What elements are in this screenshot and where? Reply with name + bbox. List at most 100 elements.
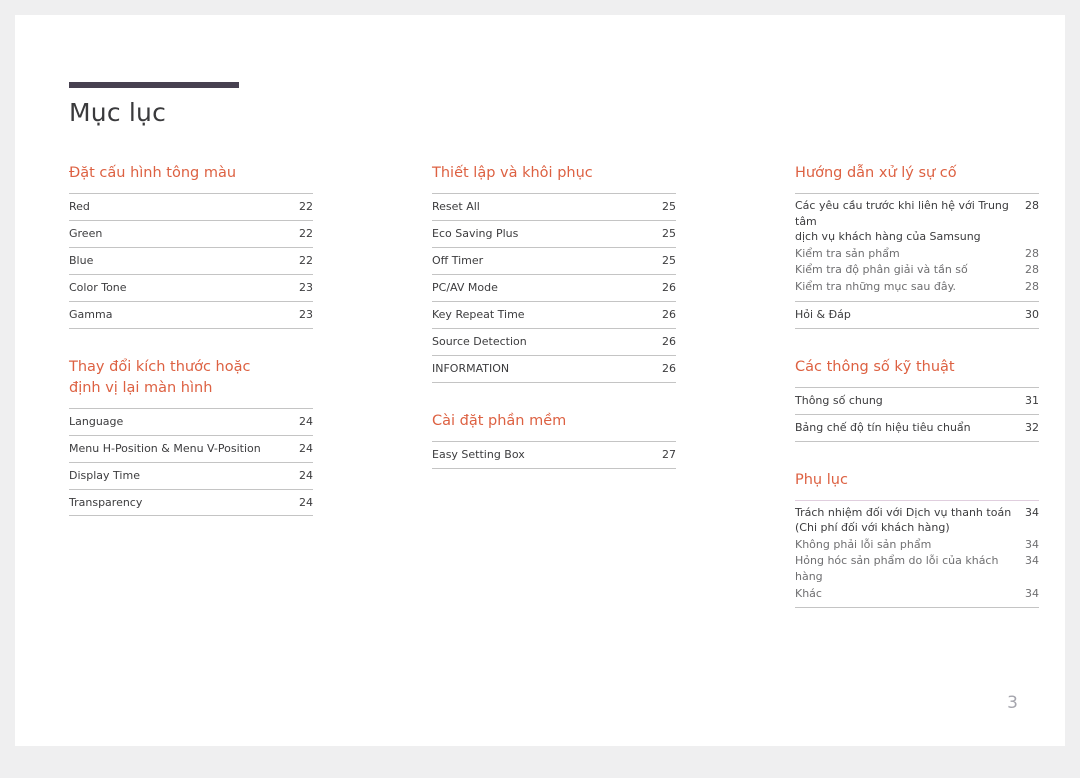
toc-columns: Đặt cấu hình tông màu Red 22 Green 22 Blue 22 C…: [15, 15, 1080, 778]
toc-section-title[interactable]: Cài đặt phần mềm: [432, 411, 676, 432]
toc-entry-label: Không phải lỗi sản phẩm: [795, 537, 932, 551]
toc-entry-list-tail: Hỏi & Đáp 30: [795, 302, 1039, 329]
toc-entry-page-number: 23: [299, 307, 313, 321]
toc-entry[interactable]: Green 22: [69, 221, 313, 248]
toc-entry[interactable]: Trách nhiệm đối với Dịch vụ thanh toán (…: [795, 505, 1039, 536]
toc-entry-page-number: 34: [1025, 537, 1039, 551]
toc-section: Hướng dẫn xử lý sự cố Các yêu cầu trước k…: [795, 163, 1039, 329]
toc-entry-label: Kiểm tra những mục sau đây.: [795, 280, 957, 294]
toc-entry-label: Bảng chế độ tín hiệu tiêu chuẩn: [795, 420, 971, 434]
toc-entry-page-number: 34: [1025, 586, 1039, 600]
toc-entry-label: Reset All: [432, 200, 480, 214]
toc-section-title[interactable]: Thiết lập và khôi phục: [432, 163, 676, 184]
toc-entry-page-number: 28: [1025, 263, 1039, 277]
toc-section: Thay đổi kích thước hoặc định vị lại màn…: [69, 357, 313, 517]
toc-entry-page-number: 30: [1025, 307, 1039, 321]
toc-entry-page-number: 24: [299, 414, 313, 428]
toc-entry[interactable]: Transparency 24: [69, 490, 313, 517]
toc-entry[interactable]: Hỏi & Đáp 30: [795, 302, 1039, 329]
toc-entry[interactable]: Source Detection 26: [432, 329, 676, 356]
toc-entry-page-number: 23: [299, 280, 313, 294]
toc-entry-label: Source Detection: [432, 334, 527, 348]
toc-entry[interactable]: Reset All 25: [432, 194, 676, 221]
toc-section-title[interactable]: Thay đổi kích thước hoặc định vị lại màn…: [69, 357, 313, 399]
toc-entry[interactable]: Easy Setting Box 27: [432, 442, 676, 469]
toc-entry[interactable]: Display Time 24: [69, 463, 313, 490]
toc-entry[interactable]: Không phải lỗi sản phẩm 34: [795, 537, 1039, 553]
toc-section: Đặt cấu hình tông màu Red 22 Green 22 Blue 22 C…: [69, 163, 313, 329]
toc-section-title[interactable]: Các thông số kỹ thuật: [795, 357, 1039, 378]
toc-entry-label: Transparency: [69, 495, 143, 509]
toc-entry[interactable]: Menu H-Position & Menu V-Position 24: [69, 436, 313, 463]
toc-entry-page-number: 24: [299, 441, 313, 455]
toc-entry-page-number: 28: [1025, 199, 1039, 213]
toc-entry-label: Thông số chung: [795, 393, 883, 407]
toc-entry[interactable]: Khác 34: [795, 586, 1039, 602]
toc-entry-label: Key Repeat Time: [432, 307, 525, 321]
toc-entry-label: Red: [69, 200, 90, 214]
toc-entry-label: PC/AV Mode: [432, 280, 498, 294]
toc-entry-page-number: 26: [662, 307, 676, 321]
toc-entry-label: Color Tone: [69, 280, 127, 294]
toc-entry-list: Language 24 Menu H-Position & Menu V-Posit…: [69, 407, 313, 517]
toc-entry-label: Menu H-Position & Menu V-Position: [69, 441, 261, 455]
toc-entry-list: Thông số chung 31 Bảng chế độ tín hiệu tiê…: [795, 386, 1039, 442]
page-number: 3: [1007, 693, 1018, 713]
toc-entry-list: Reset All 25 Eco Saving Plus 25 Off Timer 25 P…: [432, 193, 676, 383]
toc-entry-list: Các yêu cầu trước khi liên hệ với Trung …: [795, 193, 1039, 302]
toc-entry-label: Eco Saving Plus: [432, 226, 519, 240]
toc-entry-label: Display Time: [69, 468, 140, 482]
toc-entry-list: Easy Setting Box 27: [432, 440, 676, 469]
toc-entry[interactable]: Off Timer 25: [432, 248, 676, 275]
toc-entry-page-number: 25: [662, 200, 676, 214]
toc-entry-page-number: 24: [299, 495, 313, 509]
toc-entry-list: Red 22 Green 22 Blue 22 Color Tone 23 Gamma 23: [69, 193, 313, 329]
toc-section-title[interactable]: Đặt cấu hình tông màu: [69, 163, 313, 184]
toc-column-2: Thiết lập và khôi phục Reset All 25 Eco Sav…: [432, 163, 676, 497]
toc-entry[interactable]: Kiểm tra những mục sau đây. 28: [795, 279, 1039, 295]
toc-entry[interactable]: PC/AV Mode 26: [432, 275, 676, 302]
toc-section: Thiết lập và khôi phục Reset All 25 Eco Sav…: [432, 163, 676, 383]
document-page: Mục lục Đặt cấu hình tông màu Red 22 Green 2…: [15, 15, 1065, 746]
toc-entry[interactable]: Bảng chế độ tín hiệu tiêu chuẩn 32: [795, 415, 1039, 442]
toc-entry[interactable]: Gamma 23: [69, 302, 313, 329]
toc-entry[interactable]: Kiểm tra độ phân giải và tần số 28: [795, 262, 1039, 278]
toc-entry-label: Green: [69, 226, 103, 240]
toc-entry[interactable]: Key Repeat Time 26: [432, 302, 676, 329]
toc-section: Cài đặt phần mềm Easy Setting Box 27: [432, 411, 676, 469]
toc-entry[interactable]: INFORMATION 26: [432, 356, 676, 383]
toc-entry[interactable]: Language 24: [69, 409, 313, 436]
toc-entry-label: Off Timer: [432, 253, 484, 267]
toc-entry-label: Kiểm tra sản phẩm: [795, 246, 900, 260]
toc-entry-page-number: 22: [299, 226, 313, 240]
toc-entry-label: Gamma: [69, 307, 113, 321]
toc-entry-page-number: 22: [299, 200, 313, 214]
toc-column-1: Đặt cấu hình tông màu Red 22 Green 22 Blue 22 C…: [69, 163, 313, 544]
toc-entry-page-number: 28: [1025, 280, 1039, 294]
toc-section-title[interactable]: Hướng dẫn xử lý sự cố: [795, 163, 1039, 184]
toc-entry[interactable]: Kiểm tra sản phẩm 28: [795, 246, 1039, 262]
toc-entry-page-number: 26: [662, 361, 676, 375]
toc-section-title[interactable]: Phụ lục: [795, 470, 1039, 491]
toc-entry-label: Trách nhiệm đối với Dịch vụ thanh toán (…: [795, 505, 1012, 535]
toc-entry-page-number: 34: [1025, 554, 1039, 568]
toc-entry-label: Easy Setting Box: [432, 447, 525, 461]
toc-entry[interactable]: Eco Saving Plus 25: [432, 221, 676, 248]
toc-entry[interactable]: Blue 22: [69, 248, 313, 275]
toc-entry[interactable]: Color Tone 23: [69, 275, 313, 302]
toc-entry[interactable]: Thông số chung 31: [795, 388, 1039, 415]
toc-entry-page-number: 32: [1025, 420, 1039, 434]
toc-entry-label: INFORMATION: [432, 361, 510, 375]
toc-entry-label: Hỏi & Đáp: [795, 307, 851, 321]
toc-entry-label: Language: [69, 414, 124, 428]
toc-entry-page-number: 28: [1025, 246, 1039, 260]
toc-entry-page-number: 25: [662, 253, 676, 267]
toc-entry[interactable]: Các yêu cầu trước khi liên hệ với Trung …: [795, 198, 1039, 245]
toc-entry[interactable]: Hỏng hóc sản phẩm do lỗi của khách hàng 3…: [795, 553, 1039, 584]
toc-entry-page-number: 24: [299, 468, 313, 482]
toc-entry-page-number: 34: [1025, 505, 1039, 519]
toc-entry-list: Trách nhiệm đối với Dịch vụ thanh toán (…: [795, 499, 1039, 609]
toc-entry[interactable]: Red 22: [69, 194, 313, 221]
toc-entry-page-number: 27: [662, 447, 676, 461]
toc-entry-page-number: 26: [662, 334, 676, 348]
